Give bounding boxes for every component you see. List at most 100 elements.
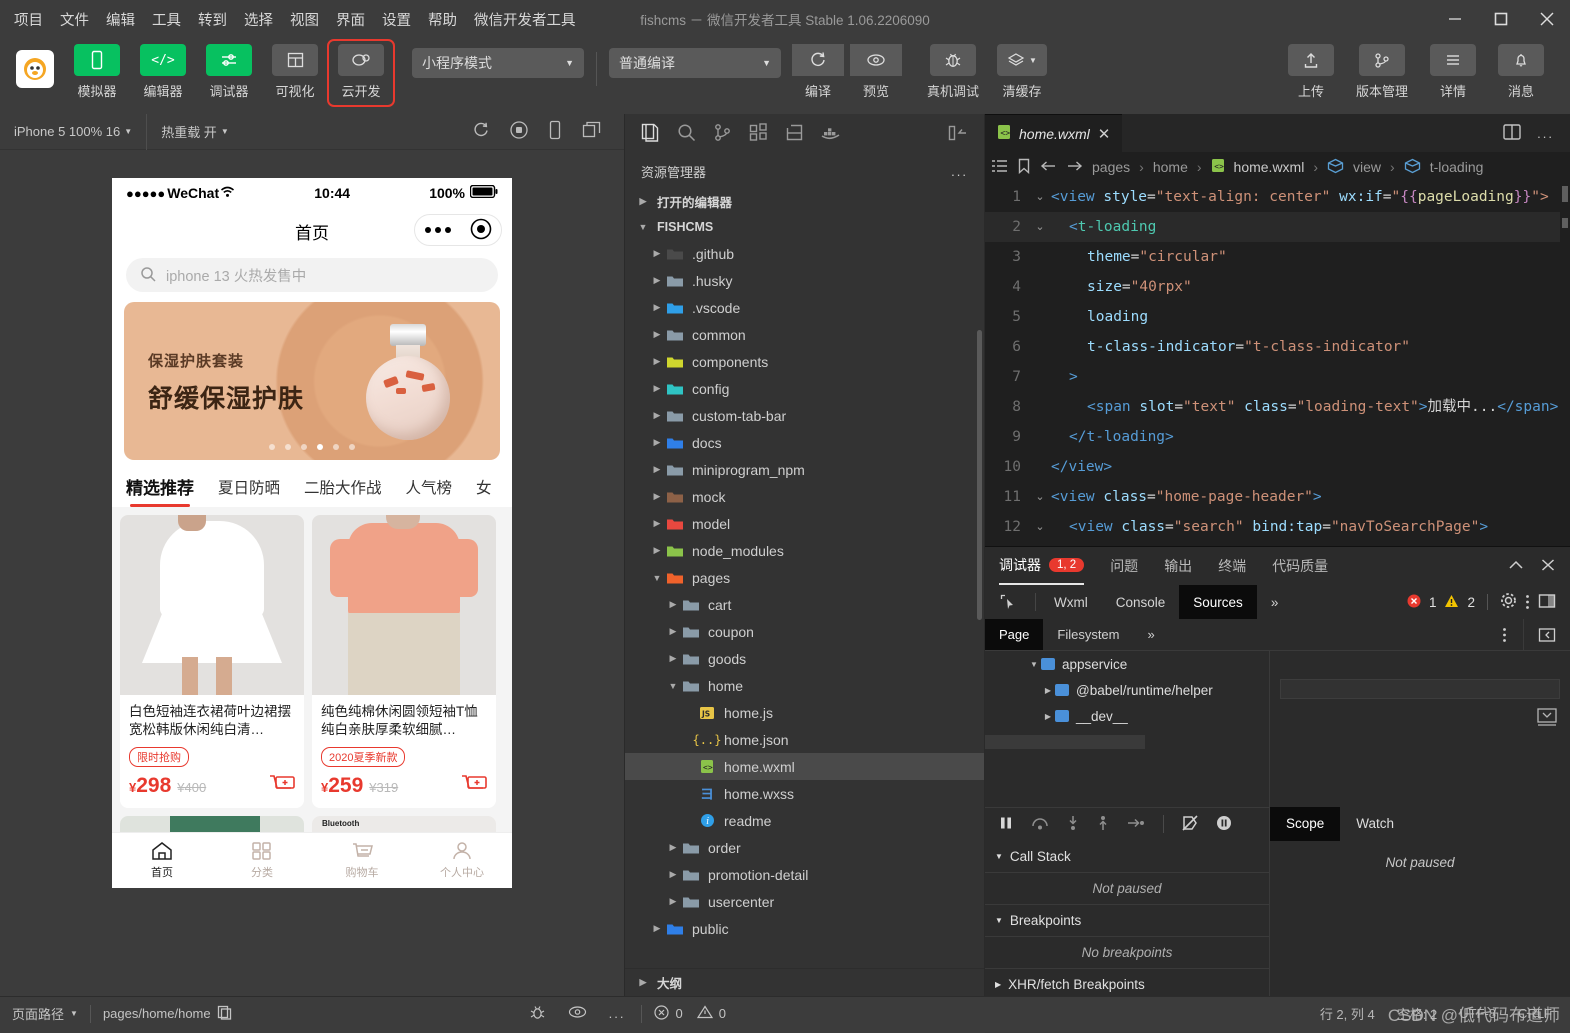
- docker-icon[interactable]: [821, 125, 841, 144]
- devtools-tab-wxml[interactable]: Wxml: [1040, 585, 1102, 619]
- code-area[interactable]: 1 ⌄ <view style="text-align: center" wx:if…: [985, 182, 1570, 546]
- banner-dots[interactable]: [124, 444, 500, 450]
- more-actions-icon[interactable]: ...: [951, 164, 968, 179]
- menu-bar[interactable]: 项目 文件 编辑 工具 转到 选择 视图 界面 设置 帮助 微信开发者工具: [0, 9, 576, 30]
- breadcrumb-item-pages[interactable]: pages: [1092, 159, 1130, 175]
- code-line[interactable]: 7 >: [985, 362, 1570, 392]
- code-line[interactable]: 13⌄<t-search: [985, 542, 1570, 546]
- page-path-value-group[interactable]: pages/home/home: [91, 997, 244, 1031]
- breadcrumb-item-file[interactable]: home.wxml: [1234, 159, 1305, 175]
- tree-folder-row[interactable]: ▶ components: [625, 348, 984, 375]
- deactivate-breakpoints-icon[interactable]: [1182, 814, 1198, 834]
- category-tab-secondchild[interactable]: 二胎大作战: [304, 476, 382, 506]
- simulator-button[interactable]: 模拟器: [68, 44, 126, 100]
- debugger-tab-debugger[interactable]: 调试器 1, 2: [999, 547, 1085, 585]
- fold-toggle-icon[interactable]: [1029, 392, 1051, 422]
- pause-on-exceptions-icon[interactable]: [1216, 815, 1232, 834]
- tree-folder-row[interactable]: ▶ usercenter: [625, 888, 984, 915]
- bug-icon[interactable]: [529, 1004, 546, 1024]
- code-line[interactable]: 9 </t-loading>: [985, 422, 1570, 452]
- back-arrow-icon[interactable]: [1040, 159, 1057, 176]
- fold-toggle-icon[interactable]: ⌄: [1029, 512, 1051, 542]
- more-actions-icon[interactable]: ...: [1537, 126, 1554, 141]
- outline-icon[interactable]: [991, 159, 1008, 176]
- menu-item-settings[interactable]: 设置: [382, 9, 411, 30]
- add-to-cart-icon[interactable]: [461, 773, 487, 798]
- debugger-tab-terminal[interactable]: 终端: [1218, 556, 1246, 576]
- tree-scrollbar[interactable]: [977, 330, 982, 620]
- menu-item-interface[interactable]: 界面: [336, 9, 365, 30]
- category-tab-popular[interactable]: 人气榜: [406, 476, 453, 506]
- category-tab-sunscreen[interactable]: 夏日防晒: [218, 476, 280, 506]
- product-card[interactable]: 白色短袖连衣裙荷叶边裙摆宽松韩版休闲纯白清… 限时抢购 ¥298 ¥400: [120, 515, 304, 808]
- pause-icon[interactable]: [999, 816, 1013, 833]
- tree-file-row[interactable]: i readme: [625, 807, 984, 834]
- more-icon[interactable]: ...: [609, 1006, 626, 1021]
- split-icon[interactable]: [785, 123, 804, 145]
- dock-side-icon[interactable]: [1538, 593, 1556, 612]
- code-line[interactable]: 3 theme="circular": [985, 242, 1570, 272]
- code-line[interactable]: 4 size="40rpx": [985, 272, 1570, 302]
- refresh-icon[interactable]: [472, 121, 490, 142]
- fold-toggle-icon[interactable]: [1029, 452, 1051, 482]
- menu-item-tools[interactable]: 工具: [152, 9, 181, 30]
- upload-button[interactable]: 上传: [1282, 44, 1340, 100]
- sources-tab-page[interactable]: Page: [985, 619, 1044, 650]
- wechat-capsule[interactable]: [414, 214, 502, 246]
- fs-row-dev[interactable]: ▶ __dev__: [985, 703, 1269, 729]
- step-out-icon[interactable]: [1097, 815, 1109, 834]
- project-section[interactable]: ▼ FISHCMS: [625, 214, 984, 240]
- menu-item-help[interactable]: 帮助: [428, 9, 457, 30]
- menu-item-view[interactable]: 视图: [290, 9, 319, 30]
- code-line[interactable]: 1 ⌄ <view style="text-align: center" wx:if…: [985, 182, 1570, 212]
- rotate-device-icon[interactable]: [548, 120, 562, 143]
- file-tree[interactable]: ▶ .github ▶ .husky ▶ .vscode ▶ common ▶ component…: [625, 240, 984, 968]
- cloud-dev-button[interactable]: 云开发: [327, 39, 395, 107]
- debugger-tab-codequality[interactable]: 代码质量: [1272, 556, 1328, 576]
- tree-file-row[interactable]: {..} home.json: [625, 726, 984, 753]
- multi-window-icon[interactable]: [582, 121, 602, 142]
- breadcrumb-item-view[interactable]: view: [1353, 159, 1381, 175]
- close-circle-icon[interactable]: [470, 218, 492, 243]
- product-card[interactable]: 纯色纯棉休闲圆领短袖T恤纯白亲肤厚柔软细腻… 2020夏季新款 ¥259 ¥31…: [312, 515, 496, 808]
- devtools-tab-sources[interactable]: Sources: [1179, 585, 1257, 619]
- tree-folder-row[interactable]: ▼ pages: [625, 564, 984, 591]
- menu-item-select[interactable]: 选择: [244, 9, 273, 30]
- tree-folder-row[interactable]: ▶ miniprogram_npm: [625, 456, 984, 483]
- close-icon[interactable]: ✕: [1098, 125, 1111, 143]
- compile-button[interactable]: 编译: [789, 44, 847, 100]
- category-tab-featured[interactable]: 精选推荐: [126, 474, 194, 507]
- tree-folder-row[interactable]: ▶ goods: [625, 645, 984, 672]
- record-icon[interactable]: [510, 121, 528, 142]
- tree-folder-row[interactable]: ▶ docs: [625, 429, 984, 456]
- fold-toggle-icon[interactable]: ⌄: [1029, 182, 1051, 212]
- tree-folder-row[interactable]: ▶ promotion-detail: [625, 861, 984, 888]
- code-line[interactable]: 2 ⌄ <t-loading: [985, 212, 1570, 242]
- minimize-icon[interactable]: [1432, 0, 1478, 38]
- fs-row-appservice[interactable]: ▼ appservice: [985, 651, 1269, 677]
- outline-section[interactable]: ▶ 大纲: [625, 968, 984, 996]
- messages-button[interactable]: 消息: [1492, 44, 1550, 100]
- open-editors-section[interactable]: ▶ 打开的编辑器: [625, 188, 984, 214]
- cursor-position[interactable]: 行 2, 列 4: [1320, 1004, 1375, 1023]
- extensions-icon[interactable]: [749, 123, 768, 145]
- clear-cache-button[interactable]: ▼ 清缓存: [993, 44, 1051, 100]
- fold-toggle-icon[interactable]: ⌄: [1029, 482, 1051, 512]
- status-problems[interactable]: 0 0: [642, 997, 737, 1031]
- menu-item-edit[interactable]: 编辑: [106, 9, 135, 30]
- source-control-icon[interactable]: [713, 123, 732, 145]
- details-button[interactable]: 详情: [1424, 44, 1482, 100]
- debugger-tab-problems[interactable]: 问题: [1110, 556, 1138, 576]
- split-editor-icon[interactable]: [1503, 123, 1521, 143]
- fs-row-babel[interactable]: ▶ @babel/runtime/helper: [985, 677, 1269, 703]
- tree-folder-row[interactable]: ▶ node_modules: [625, 537, 984, 564]
- phone-tab-bar[interactable]: 首页 分类 购物车 个人中心: [112, 832, 512, 888]
- code-line[interactable]: 10 </view>: [985, 452, 1570, 482]
- tree-file-row[interactable]: <> home.wxml: [625, 753, 984, 780]
- tree-folder-row[interactable]: ▶ .github: [625, 240, 984, 267]
- tree-folder-row[interactable]: ▶ config: [625, 375, 984, 402]
- sources-more-icon[interactable]: [1488, 619, 1523, 650]
- breadcrumb-item-home[interactable]: home: [1153, 159, 1188, 175]
- collapse-sidebar-icon[interactable]: [948, 125, 968, 144]
- fold-toggle-icon[interactable]: [1029, 242, 1051, 272]
